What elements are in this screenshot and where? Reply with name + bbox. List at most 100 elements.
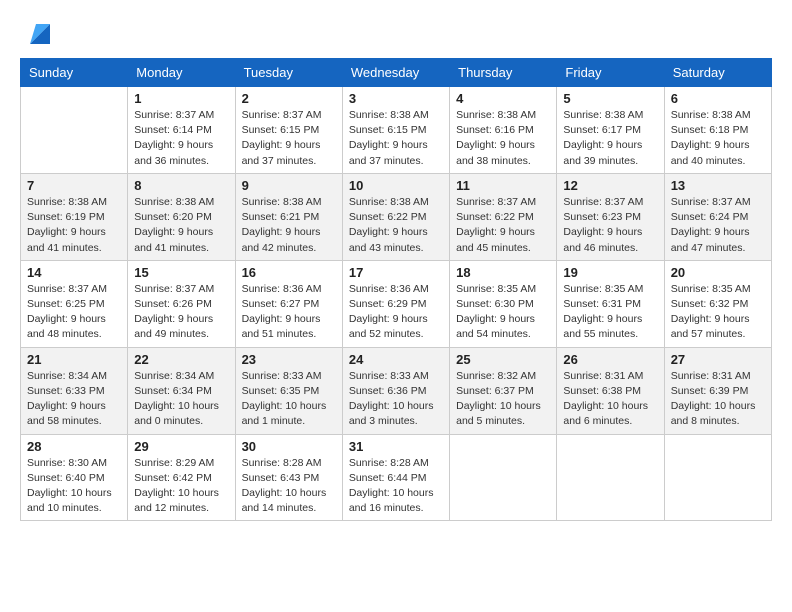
- day-info: Sunrise: 8:37 AM Sunset: 6:24 PM Dayligh…: [671, 195, 765, 256]
- day-cell: 23 Sunrise: 8:33 AM Sunset: 6:35 PM Dayli…: [235, 347, 342, 434]
- logo: [20, 16, 54, 48]
- day-cell: [557, 434, 664, 521]
- day-info: Sunrise: 8:36 AM Sunset: 6:29 PM Dayligh…: [349, 282, 443, 343]
- day-number: 19: [563, 265, 657, 280]
- day-cell: 20 Sunrise: 8:35 AM Sunset: 6:32 PM Dayli…: [664, 260, 771, 347]
- day-number: 20: [671, 265, 765, 280]
- column-header-saturday: Saturday: [664, 59, 771, 87]
- day-cell: 21 Sunrise: 8:34 AM Sunset: 6:33 PM Dayli…: [21, 347, 128, 434]
- day-number: 14: [27, 265, 121, 280]
- day-cell: 3 Sunrise: 8:38 AM Sunset: 6:15 PM Daylig…: [342, 87, 449, 174]
- day-number: 16: [242, 265, 336, 280]
- day-cell: 5 Sunrise: 8:38 AM Sunset: 6:17 PM Daylig…: [557, 87, 664, 174]
- day-cell: 29 Sunrise: 8:29 AM Sunset: 6:42 PM Dayli…: [128, 434, 235, 521]
- day-number: 7: [27, 178, 121, 193]
- day-cell: [21, 87, 128, 174]
- day-number: 25: [456, 352, 550, 367]
- day-cell: 15 Sunrise: 8:37 AM Sunset: 6:26 PM Dayli…: [128, 260, 235, 347]
- day-cell: 25 Sunrise: 8:32 AM Sunset: 6:37 PM Dayli…: [450, 347, 557, 434]
- day-cell: 12 Sunrise: 8:37 AM Sunset: 6:23 PM Dayli…: [557, 173, 664, 260]
- day-info: Sunrise: 8:38 AM Sunset: 6:19 PM Dayligh…: [27, 195, 121, 256]
- day-cell: 16 Sunrise: 8:36 AM Sunset: 6:27 PM Dayli…: [235, 260, 342, 347]
- calendar-body: 1Sunrise: 8:37 AM Sunset: 6:14 PM Daylig…: [21, 87, 772, 521]
- day-cell: 30 Sunrise: 8:28 AM Sunset: 6:43 PM Dayli…: [235, 434, 342, 521]
- calendar-table: SundayMondayTuesdayWednesdayThursdayFrid…: [20, 58, 772, 521]
- day-number: 17: [349, 265, 443, 280]
- day-number: 28: [27, 439, 121, 454]
- day-number: 2: [242, 91, 336, 106]
- day-info: Sunrise: 8:33 AM Sunset: 6:35 PM Dayligh…: [242, 369, 336, 430]
- calendar-header: SundayMondayTuesdayWednesdayThursdayFrid…: [21, 59, 772, 87]
- day-number: 11: [456, 178, 550, 193]
- day-number: 15: [134, 265, 228, 280]
- day-number: 26: [563, 352, 657, 367]
- day-number: 6: [671, 91, 765, 106]
- day-info: Sunrise: 8:37 AM Sunset: 6:26 PM Dayligh…: [134, 282, 228, 343]
- day-number: 5: [563, 91, 657, 106]
- day-number: 3: [349, 91, 443, 106]
- day-number: 23: [242, 352, 336, 367]
- day-info: Sunrise: 8:28 AM Sunset: 6:43 PM Dayligh…: [242, 456, 336, 517]
- day-info: Sunrise: 8:38 AM Sunset: 6:21 PM Dayligh…: [242, 195, 336, 256]
- day-cell: [450, 434, 557, 521]
- day-cell: 18Sunrise: 8:35 AM Sunset: 6:30 PM Dayli…: [450, 260, 557, 347]
- day-cell: 9Sunrise: 8:38 AM Sunset: 6:21 PM Daylig…: [235, 173, 342, 260]
- day-cell: 11 Sunrise: 8:37 AM Sunset: 6:22 PM Dayli…: [450, 173, 557, 260]
- day-cell: 17 Sunrise: 8:36 AM Sunset: 6:29 PM Dayli…: [342, 260, 449, 347]
- day-cell: 4 Sunrise: 8:38 AM Sunset: 6:16 PM Daylig…: [450, 87, 557, 174]
- day-number: 8: [134, 178, 228, 193]
- day-number: 24: [349, 352, 443, 367]
- week-row-1: 1Sunrise: 8:37 AM Sunset: 6:14 PM Daylig…: [21, 87, 772, 174]
- day-info: Sunrise: 8:28 AM Sunset: 6:44 PM Dayligh…: [349, 456, 443, 517]
- page-header: [20, 16, 772, 48]
- day-info: Sunrise: 8:29 AM Sunset: 6:42 PM Dayligh…: [134, 456, 228, 517]
- day-info: Sunrise: 8:38 AM Sunset: 6:18 PM Dayligh…: [671, 108, 765, 169]
- day-info: Sunrise: 8:31 AM Sunset: 6:38 PM Dayligh…: [563, 369, 657, 430]
- day-cell: [664, 434, 771, 521]
- day-cell: 6 Sunrise: 8:38 AM Sunset: 6:18 PM Daylig…: [664, 87, 771, 174]
- logo-icon: [22, 16, 54, 48]
- day-info: Sunrise: 8:37 AM Sunset: 6:15 PM Dayligh…: [242, 108, 336, 169]
- week-row-5: 28Sunrise: 8:30 AM Sunset: 6:40 PM Dayli…: [21, 434, 772, 521]
- day-number: 29: [134, 439, 228, 454]
- day-info: Sunrise: 8:37 AM Sunset: 6:23 PM Dayligh…: [563, 195, 657, 256]
- day-info: Sunrise: 8:35 AM Sunset: 6:31 PM Dayligh…: [563, 282, 657, 343]
- column-header-tuesday: Tuesday: [235, 59, 342, 87]
- day-number: 13: [671, 178, 765, 193]
- day-number: 4: [456, 91, 550, 106]
- day-info: Sunrise: 8:38 AM Sunset: 6:16 PM Dayligh…: [456, 108, 550, 169]
- day-cell: 24 Sunrise: 8:33 AM Sunset: 6:36 PM Dayli…: [342, 347, 449, 434]
- day-info: Sunrise: 8:38 AM Sunset: 6:15 PM Dayligh…: [349, 108, 443, 169]
- day-number: 10: [349, 178, 443, 193]
- day-cell: 22 Sunrise: 8:34 AM Sunset: 6:34 PM Dayli…: [128, 347, 235, 434]
- day-info: Sunrise: 8:32 AM Sunset: 6:37 PM Dayligh…: [456, 369, 550, 430]
- day-cell: 28Sunrise: 8:30 AM Sunset: 6:40 PM Dayli…: [21, 434, 128, 521]
- column-header-wednesday: Wednesday: [342, 59, 449, 87]
- day-info: Sunrise: 8:31 AM Sunset: 6:39 PM Dayligh…: [671, 369, 765, 430]
- day-cell: 27 Sunrise: 8:31 AM Sunset: 6:39 PM Dayli…: [664, 347, 771, 434]
- day-number: 18: [456, 265, 550, 280]
- day-number: 12: [563, 178, 657, 193]
- day-info: Sunrise: 8:37 AM Sunset: 6:22 PM Dayligh…: [456, 195, 550, 256]
- day-info: Sunrise: 8:34 AM Sunset: 6:33 PM Dayligh…: [27, 369, 121, 430]
- day-info: Sunrise: 8:38 AM Sunset: 6:17 PM Dayligh…: [563, 108, 657, 169]
- day-info: Sunrise: 8:36 AM Sunset: 6:27 PM Dayligh…: [242, 282, 336, 343]
- day-cell: 8 Sunrise: 8:38 AM Sunset: 6:20 PM Daylig…: [128, 173, 235, 260]
- column-header-friday: Friday: [557, 59, 664, 87]
- header-row: SundayMondayTuesdayWednesdayThursdayFrid…: [21, 59, 772, 87]
- day-info: Sunrise: 8:38 AM Sunset: 6:20 PM Dayligh…: [134, 195, 228, 256]
- day-number: 31: [349, 439, 443, 454]
- day-info: Sunrise: 8:34 AM Sunset: 6:34 PM Dayligh…: [134, 369, 228, 430]
- day-info: Sunrise: 8:35 AM Sunset: 6:32 PM Dayligh…: [671, 282, 765, 343]
- day-number: 21: [27, 352, 121, 367]
- day-number: 30: [242, 439, 336, 454]
- day-cell: 13 Sunrise: 8:37 AM Sunset: 6:24 PM Dayli…: [664, 173, 771, 260]
- day-cell: 26 Sunrise: 8:31 AM Sunset: 6:38 PM Dayli…: [557, 347, 664, 434]
- week-row-3: 14Sunrise: 8:37 AM Sunset: 6:25 PM Dayli…: [21, 260, 772, 347]
- day-number: 27: [671, 352, 765, 367]
- day-number: 1: [134, 91, 228, 106]
- day-info: Sunrise: 8:33 AM Sunset: 6:36 PM Dayligh…: [349, 369, 443, 430]
- day-cell: 7 Sunrise: 8:38 AM Sunset: 6:19 PM Daylig…: [21, 173, 128, 260]
- day-number: 22: [134, 352, 228, 367]
- day-cell: 19 Sunrise: 8:35 AM Sunset: 6:31 PM Dayli…: [557, 260, 664, 347]
